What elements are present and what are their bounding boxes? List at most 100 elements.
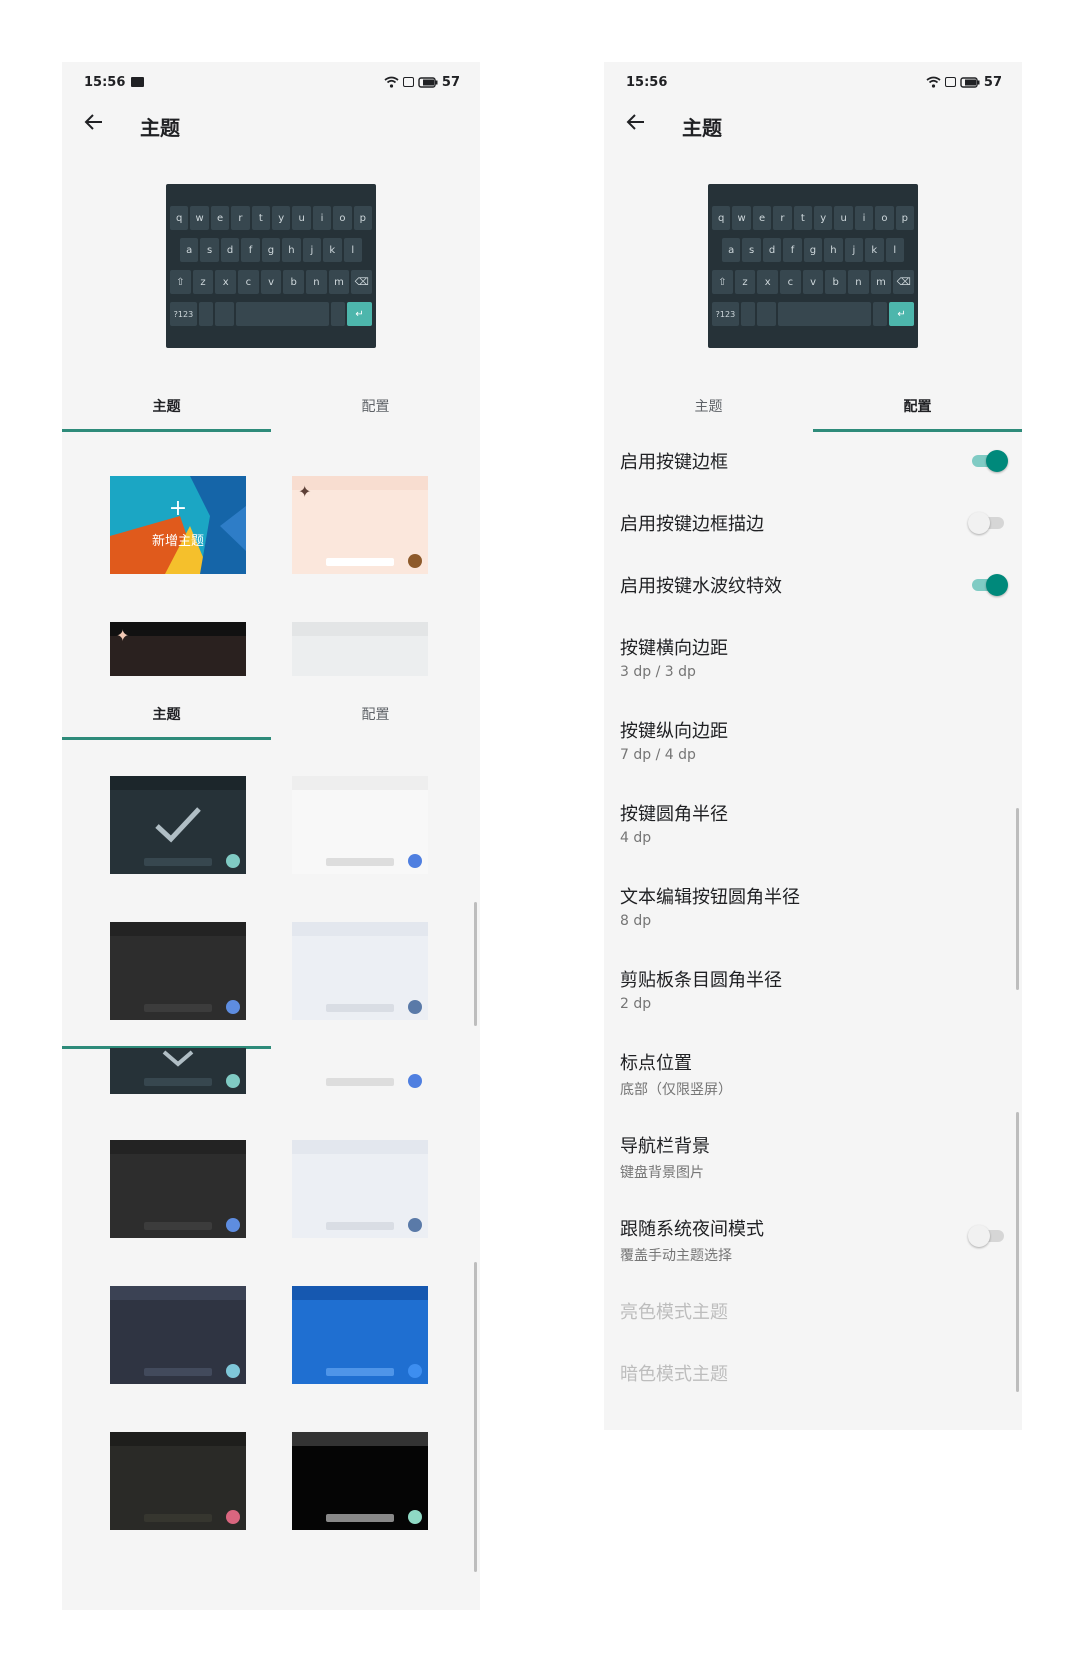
tile-accent-dot xyxy=(226,1218,240,1232)
setting-key-border[interactable]: 启用按键边框 xyxy=(620,448,1008,488)
tile-spacebar xyxy=(144,1514,212,1522)
key: w xyxy=(732,206,751,230)
key: h xyxy=(824,238,843,262)
keyboard-row-2: a s d f g h j k l xyxy=(180,238,362,262)
key: f xyxy=(783,238,802,262)
setting-ripple[interactable]: 启用按键水波纹特效 xyxy=(620,572,1008,612)
key-period xyxy=(872,302,888,326)
theme-tile-selected[interactable] xyxy=(110,1048,246,1094)
key: c xyxy=(238,270,259,294)
back-button[interactable] xyxy=(620,106,652,138)
setting-value: 2 dp xyxy=(620,996,652,1012)
tab-config[interactable]: 配置 xyxy=(271,380,480,432)
key: a xyxy=(722,238,741,262)
tile-toolbar xyxy=(292,1286,428,1300)
scrollbar[interactable] xyxy=(474,902,477,1026)
theme-tile[interactable] xyxy=(110,922,246,1020)
theme-tile[interactable] xyxy=(292,1286,428,1384)
tile-toolbar xyxy=(110,922,246,936)
tab-theme[interactable]: 主题 xyxy=(62,380,271,432)
theme-tile[interactable] xyxy=(110,1432,246,1530)
theme-tile[interactable] xyxy=(292,1432,428,1530)
key: b xyxy=(825,270,847,294)
theme-tile[interactable] xyxy=(292,1140,428,1238)
key: q xyxy=(712,206,731,230)
setting-vertical-margin[interactable]: 按键纵向边距 7 dp / 4 dp xyxy=(620,717,1006,763)
key: i xyxy=(854,206,874,230)
tile-spacebar xyxy=(326,558,394,566)
key: m xyxy=(870,270,892,294)
setting-key-radius[interactable]: 按键圆角半径 4 dp xyxy=(620,800,1006,846)
theme-tile-selected[interactable] xyxy=(110,776,246,874)
setting-follow-night-mode[interactable]: 跟随系统夜间模式 覆盖手动主题选择 xyxy=(620,1215,1006,1265)
setting-value: 覆盖手动主题选择 xyxy=(620,1248,732,1264)
status-time: 15:56 xyxy=(84,74,126,90)
tile-accent-dot xyxy=(226,1000,240,1014)
key: n xyxy=(848,270,869,294)
key-period xyxy=(330,302,346,326)
check-icon xyxy=(155,807,201,843)
tab-config[interactable]: 配置 xyxy=(271,688,480,740)
tile-accent-dot xyxy=(226,1074,240,1088)
key: v xyxy=(260,270,282,294)
new-theme-tile[interactable]: + 新增主题 xyxy=(110,476,246,574)
tab-theme[interactable]: 主题 xyxy=(62,688,271,740)
tile-spacebar xyxy=(144,858,212,866)
setting-navbar-background[interactable]: 导航栏背景 键盘背景图片 xyxy=(620,1132,1006,1182)
keyboard-row-1: q w e r t y u i o p xyxy=(712,206,915,230)
keyboard-row-4: ?123 ↵ xyxy=(712,302,915,326)
key: z xyxy=(192,270,214,294)
tile-toolbar xyxy=(110,776,246,790)
add-icon: + xyxy=(168,496,188,521)
battery-icon xyxy=(960,76,980,88)
key: o xyxy=(333,206,352,230)
theme-tile[interactable] xyxy=(110,1140,246,1238)
tile-spacebar xyxy=(144,1368,212,1376)
setting-clipboard-radius[interactable]: 剪贴板条目圆角半径 2 dp xyxy=(620,966,1006,1012)
follow-night-mode-toggle[interactable] xyxy=(968,1225,1006,1247)
key: v xyxy=(802,270,824,294)
setting-text-edit-radius[interactable]: 文本编辑按钮圆角半径 8 dp xyxy=(620,883,1006,929)
scrollbar[interactable] xyxy=(474,1262,477,1572)
theme-tile[interactable]: ✦ xyxy=(110,622,246,676)
theme-tile[interactable] xyxy=(110,1286,246,1384)
key: g xyxy=(803,238,823,262)
globe-icon xyxy=(215,302,234,326)
key: r xyxy=(231,206,250,230)
theme-tile[interactable] xyxy=(292,776,428,874)
tab-config[interactable]: 配置 xyxy=(813,380,1022,432)
page-title: 主题 xyxy=(140,116,180,140)
setting-value: 底部（仅限竖屏） xyxy=(620,1082,732,1098)
key: q xyxy=(170,206,189,230)
theme-tile[interactable] xyxy=(292,1048,428,1094)
scrollbar[interactable] xyxy=(1016,808,1019,990)
setting-horizontal-margin[interactable]: 按键横向边距 3 dp / 3 dp xyxy=(620,634,1006,680)
key: c xyxy=(780,270,801,294)
tile-spacebar xyxy=(326,1004,394,1012)
ripple-toggle[interactable] xyxy=(970,574,1008,596)
status-bar: 15:56 57 xyxy=(626,72,1002,92)
tab-bar: 主题 配置 xyxy=(62,380,480,432)
key-border-toggle[interactable] xyxy=(970,450,1008,472)
page-title: 主题 xyxy=(682,116,722,140)
key-comma xyxy=(740,302,756,326)
tile-accent-dot xyxy=(226,1364,240,1378)
key-border-stroke-toggle[interactable] xyxy=(968,512,1006,534)
tab-theme-label: 主题 xyxy=(152,707,181,723)
tile-accent-dot xyxy=(226,1510,240,1524)
theme-tile[interactable]: ✦ xyxy=(292,476,428,574)
theme-tile[interactable] xyxy=(292,922,428,1020)
key: e xyxy=(752,206,772,230)
image-notification-icon xyxy=(131,77,145,87)
key: y xyxy=(814,206,833,230)
theme-tile[interactable] xyxy=(292,622,428,676)
back-button[interactable] xyxy=(78,106,110,138)
tab-theme[interactable]: 主题 xyxy=(604,380,813,432)
keyboard-row-2: a s d f g h j k l xyxy=(722,238,904,262)
tile-accent-dot xyxy=(408,1000,422,1014)
scrollbar[interactable] xyxy=(1016,1112,1019,1392)
setting-punctuation-position[interactable]: 标点位置 底部（仅限竖屏） xyxy=(620,1049,1006,1099)
tile-accent-dot xyxy=(408,1510,422,1524)
key-comma xyxy=(198,302,214,326)
setting-key-border-stroke[interactable]: 启用按键边框描边 xyxy=(620,510,1006,550)
